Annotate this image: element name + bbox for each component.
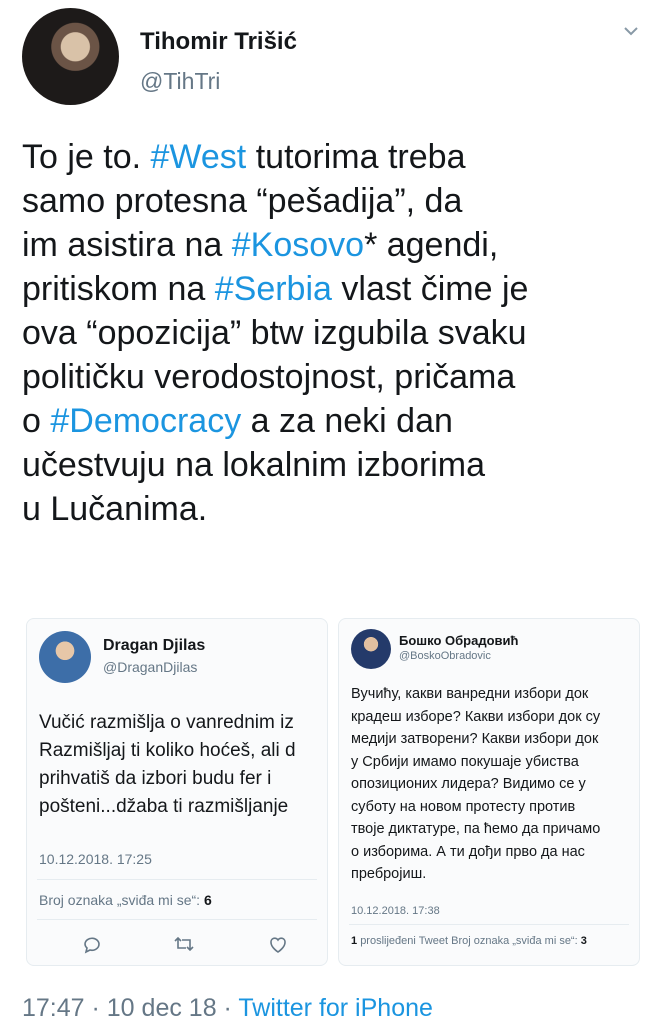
embedded-text-line: Razmišljaj ti koliko hoćeš, ali d — [39, 740, 296, 761]
reply-icon — [84, 937, 100, 954]
tweet-header: Tihomir Trišić @TihTri — [22, 8, 642, 108]
divider — [349, 924, 629, 925]
embedded-date: 10.12.2018. 17:38 — [351, 905, 440, 917]
retweets-label: proslijeđeni Tweet — [360, 935, 449, 947]
divider — [37, 879, 317, 880]
embedded-avatar — [39, 631, 91, 683]
tweet-date[interactable]: 10 dec 18 — [107, 994, 217, 1022]
embedded-text: Вучићу, какви ванредни избори док крадеш … — [351, 683, 635, 886]
hashtag-link[interactable]: #Kosovo — [232, 226, 364, 264]
likes-count: 3 — [580, 935, 587, 947]
tweet-text: To je to. #West tutorima treba samo prot… — [22, 135, 642, 531]
embedded-handle: @DraganDjilas — [103, 659, 198, 675]
embedded-tweet-obradovic: Бошко Обрадовић @BoskoObradovic Вучићу, … — [338, 618, 640, 966]
separator-dot: · — [216, 994, 239, 1022]
embedded-text-line: суботу на новом протесту против — [351, 798, 576, 815]
chevron-down-icon[interactable] — [624, 24, 638, 38]
embedded-text-line: prihvatiš da izbori budu fer i — [39, 768, 272, 789]
embedded-tweet-djilas: Dragan Djilas @DraganDjilas Vučić razmiš… — [26, 618, 328, 966]
author-avatar[interactable] — [22, 8, 119, 105]
embedded-stats: 1 proslijeđeni Tweet Broj oznaka „sviđa … — [351, 935, 587, 947]
hashtag-link[interactable]: #Democracy — [50, 402, 241, 440]
embedded-text: Vučić razmišlja o vanrednim iz Razmišljaj… — [39, 709, 329, 821]
embedded-name: Бошко Обрадовић — [399, 633, 519, 648]
tweet-text-segment: To je to. — [22, 138, 151, 176]
retweets-count: 1 — [351, 935, 358, 947]
likes-count: 6 — [203, 892, 212, 908]
tweet-meta: 17:47 · 10 dec 18 · Twitter for iPhone — [22, 994, 433, 1023]
author-name[interactable]: Tihomir Trišić — [140, 28, 297, 56]
embedded-text-line: твоје диктатуре, па ћемо да причамо — [351, 821, 601, 837]
embedded-text-line: о изборима. А ти дођи прво да нас — [351, 843, 585, 860]
embedded-text-line: pošteni...džaba ti razmišljanje — [39, 796, 289, 817]
tweet-source-link[interactable]: Twitter for iPhone — [238, 994, 433, 1022]
embedded-text-line: у Србији имамо покушаје убиства — [351, 753, 579, 770]
author-handle[interactable]: @TihTri — [140, 68, 220, 95]
separator-dot: · — [84, 994, 107, 1022]
embedded-name: Dragan Djilas — [103, 637, 206, 654]
hashtag-link[interactable]: #West — [151, 138, 247, 176]
embedded-avatar — [351, 629, 391, 669]
embedded-text-line: Вучићу, какви ванредни избори док — [351, 686, 589, 702]
tweet-time[interactable]: 17:47 — [22, 994, 85, 1022]
like-icon — [270, 937, 286, 953]
embedded-handle: @BoskoObradovic — [399, 650, 491, 662]
embedded-text-line: опозиционих лидера? Видимо се у — [351, 776, 586, 792]
likes-label: Broj oznaka „sviđa mi se“: — [39, 892, 201, 908]
hashtag-link[interactable]: #Serbia — [215, 270, 332, 308]
likes-label: Broj oznaka „sviđa mi se“: — [451, 935, 578, 947]
divider — [37, 919, 317, 920]
embedded-text-line: крадеш изборе? Какви избори док су — [351, 708, 601, 725]
embedded-text-line: медији затворени? Какви избори док — [351, 731, 599, 747]
embedded-text-line: Vučić razmišlja o vanrednim iz — [39, 712, 294, 733]
embedded-date: 10.12.2018. 17:25 — [39, 851, 152, 867]
embedded-text-line: пребројиш. — [351, 866, 427, 882]
retweet-icon — [174, 936, 194, 952]
embedded-likes: Broj oznaka „sviđa mi se“: 6 — [39, 892, 212, 908]
